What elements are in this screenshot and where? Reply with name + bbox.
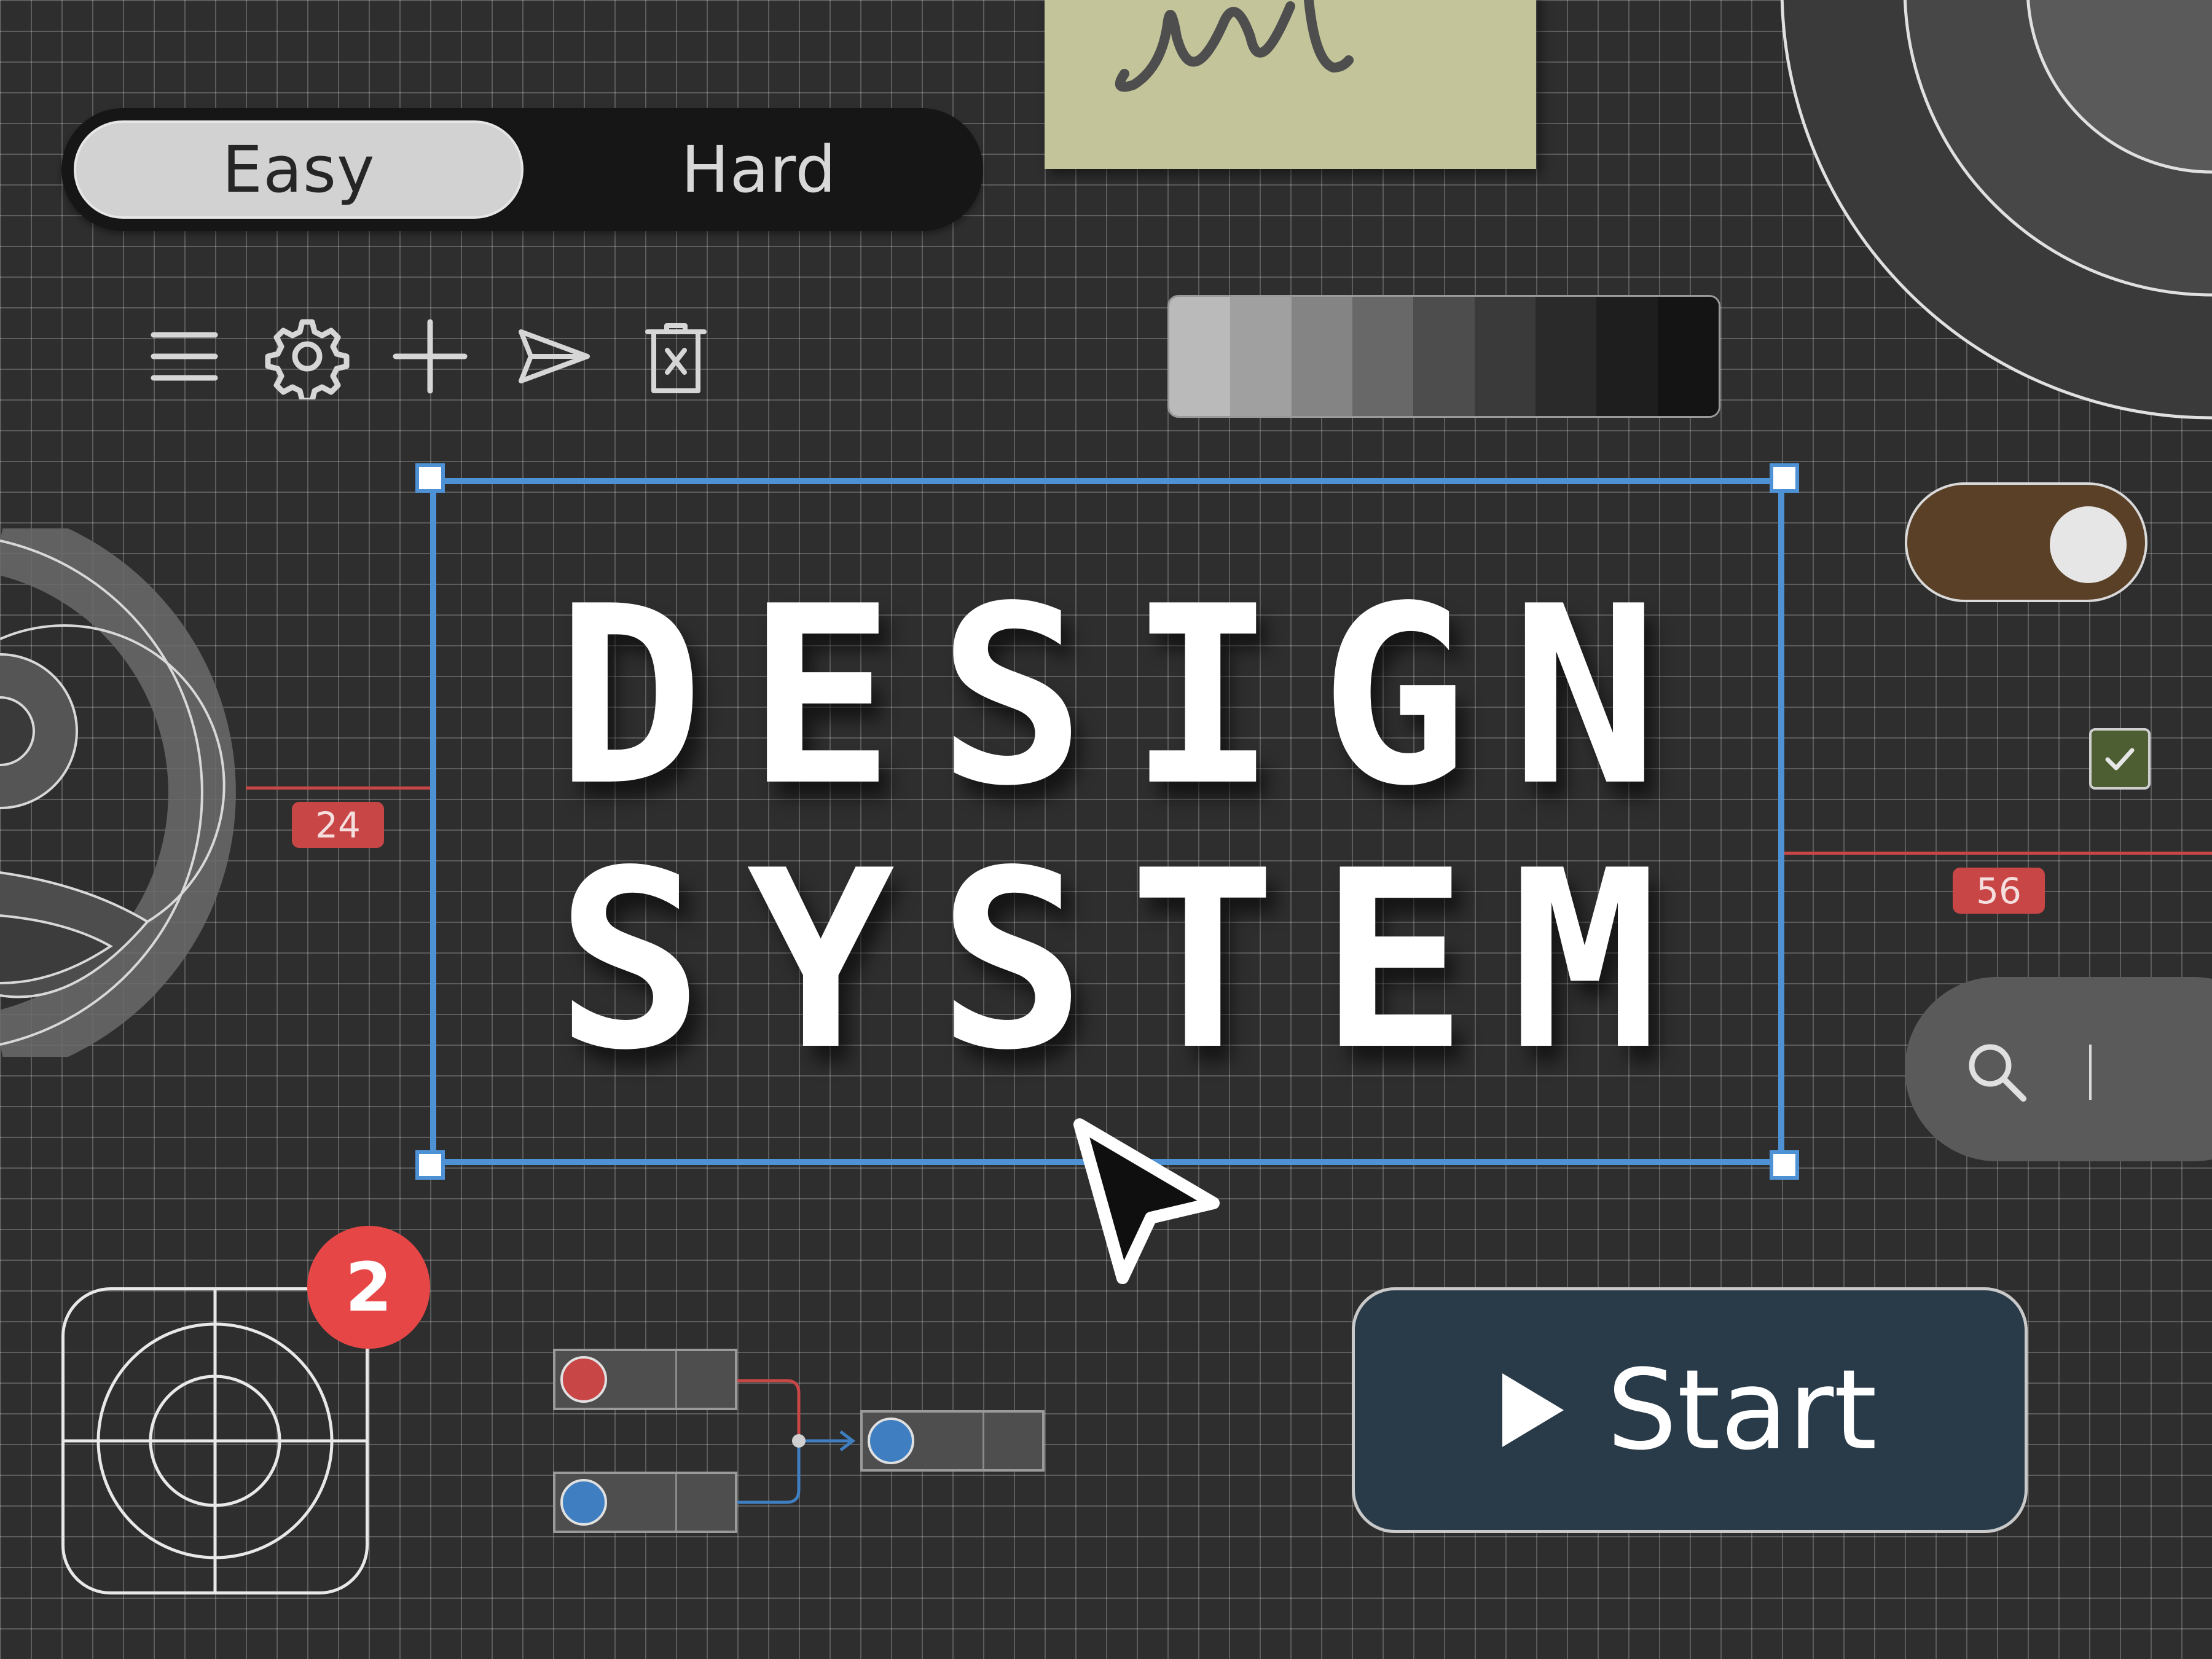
measure-line-right bbox=[1784, 852, 2212, 855]
check-icon bbox=[2105, 748, 2135, 771]
search-icon bbox=[1969, 1044, 2026, 1102]
palette-swatch[interactable] bbox=[1413, 297, 1475, 416]
palette-swatch[interactable] bbox=[1352, 297, 1414, 416]
measure-label-right: 56 bbox=[1953, 868, 2045, 914]
node-pin[interactable] bbox=[560, 1479, 607, 1526]
plus-icon[interactable] bbox=[387, 313, 473, 399]
palette-swatch[interactable] bbox=[1596, 297, 1658, 416]
hero-title-line-1: DESIGN bbox=[555, 554, 1702, 840]
node-input-blue[interactable] bbox=[553, 1472, 737, 1533]
ring-shape-decoration bbox=[0, 528, 236, 1057]
palette-swatch[interactable] bbox=[1169, 297, 1231, 416]
checkbox[interactable] bbox=[2089, 728, 2151, 790]
segment-hard[interactable]: Hard bbox=[547, 120, 971, 219]
search-input[interactable] bbox=[1905, 977, 2212, 1161]
resize-handle-bottom-right[interactable] bbox=[1770, 1150, 1799, 1180]
trash-icon[interactable] bbox=[633, 313, 719, 399]
palette-swatch[interactable] bbox=[1657, 297, 1719, 416]
text-caret bbox=[2089, 1045, 2092, 1100]
measure-line-left bbox=[246, 786, 430, 790]
resize-handle-top-left[interactable] bbox=[415, 463, 445, 493]
target-icon bbox=[65, 1290, 366, 1591]
node-divider bbox=[675, 1474, 677, 1531]
toggle-knob bbox=[2050, 506, 2127, 583]
gray-color-palette bbox=[1167, 295, 1720, 418]
gear-icon[interactable] bbox=[264, 313, 350, 404]
node-connectors bbox=[734, 1379, 856, 1504]
start-button-label: Start bbox=[1607, 1346, 1877, 1475]
node-pin[interactable] bbox=[868, 1418, 914, 1464]
resize-handle-bottom-left[interactable] bbox=[415, 1150, 445, 1180]
difficulty-segmented-control: Easy Hard bbox=[61, 108, 983, 231]
menu-icon[interactable] bbox=[141, 313, 227, 399]
palette-swatch[interactable] bbox=[1230, 297, 1292, 416]
hero-title: DESIGN SYSTEM bbox=[430, 571, 1784, 1088]
palette-swatch[interactable] bbox=[1535, 297, 1597, 416]
sticky-note bbox=[1045, 0, 1536, 169]
mouse-pointer-icon bbox=[1073, 1118, 1220, 1284]
notification-badge: 2 bbox=[307, 1226, 430, 1349]
play-icon bbox=[1502, 1373, 1564, 1447]
node-input-red[interactable] bbox=[553, 1349, 737, 1410]
palette-swatch[interactable] bbox=[1474, 297, 1535, 416]
node-output[interactable] bbox=[860, 1410, 1045, 1472]
palette-swatch[interactable] bbox=[1291, 297, 1352, 416]
send-icon[interactable] bbox=[510, 313, 596, 399]
hero-title-line-2: SYSTEM bbox=[555, 818, 1702, 1104]
toggle-switch[interactable] bbox=[1905, 482, 2147, 602]
measure-label-left: 24 bbox=[292, 802, 384, 848]
node-pin[interactable] bbox=[560, 1356, 607, 1403]
node-divider bbox=[982, 1413, 984, 1469]
node-divider bbox=[675, 1351, 677, 1408]
resize-handle-top-right[interactable] bbox=[1770, 463, 1799, 493]
start-button[interactable]: Start bbox=[1352, 1287, 2028, 1533]
app-icon[interactable] bbox=[61, 1287, 369, 1594]
segment-easy[interactable]: Easy bbox=[74, 120, 524, 219]
concentric-arcs-decoration bbox=[1780, 0, 2212, 420]
